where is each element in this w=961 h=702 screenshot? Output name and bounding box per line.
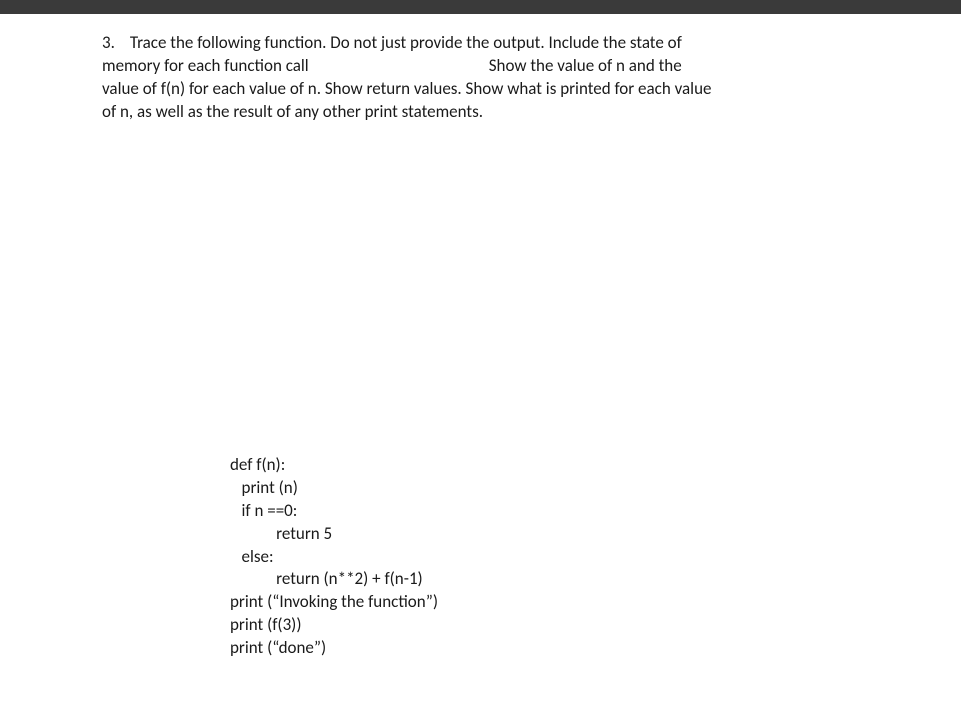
question-line-1: Trace the following function. Do not jus… [130,32,682,53]
question-line-2b: Show the value of n and the [489,55,682,76]
question-prompt: 3. Trace the following function. Do not … [102,32,861,124]
code-line-9: print (“done”) [230,637,326,658]
code-line-6: return (n**2) + f(n-1) [230,568,423,589]
document-content: 3. Trace the following function. Do not … [0,14,961,680]
code-line-1: def f(n): [230,454,285,475]
code-line-3: if n ==0: [230,500,297,521]
code-listing: def f(n): print (n) if n ==0: return 5 e… [230,454,861,660]
question-line-4: of n, as well as the result of any other… [102,101,483,122]
code-line-2: print (n) [230,477,298,498]
code-line-4: return 5 [230,523,332,544]
top-border-bar [0,0,961,14]
question-line-3: value of f(n) for each value of n. Show … [102,78,711,99]
code-line-5: else: [230,546,274,567]
code-line-8: print (f(3)) [230,614,302,635]
code-line-7: print (“Invoking the function”) [230,591,438,612]
question-number: 3. [102,32,126,55]
question-line-2a: memory for each function call [102,55,309,76]
